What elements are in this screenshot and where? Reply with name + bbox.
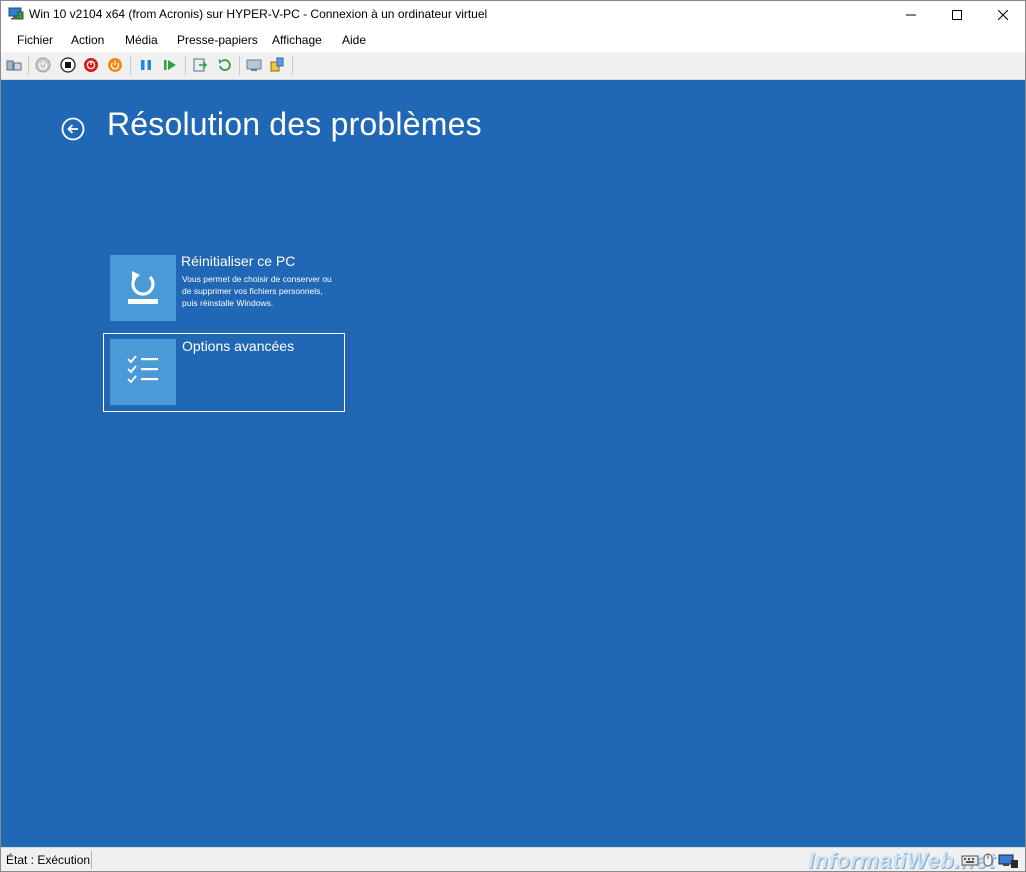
vm-state-text: État : Exécution bbox=[6, 853, 91, 867]
network-icon bbox=[997, 853, 1019, 871]
menu-affichage[interactable]: Affichage bbox=[272, 33, 322, 47]
minimize-icon bbox=[906, 14, 916, 16]
resume-icon[interactable] bbox=[162, 57, 178, 73]
title-bar[interactable]: Win 10 v2104 x64 (from Acronis) sur HYPE… bbox=[1, 1, 1025, 29]
mouse-icon bbox=[983, 853, 993, 871]
toolbar-separator bbox=[130, 56, 131, 75]
start-icon[interactable] bbox=[35, 57, 51, 73]
toolbar bbox=[1, 52, 1025, 80]
menu-action[interactable]: Action bbox=[71, 33, 104, 47]
minimize-button[interactable] bbox=[888, 1, 934, 29]
keyboard-icon bbox=[961, 853, 979, 871]
close-icon bbox=[998, 10, 1008, 20]
menu-media[interactable]: Média bbox=[125, 33, 158, 47]
maximize-icon bbox=[952, 10, 962, 20]
checklist-icon bbox=[110, 339, 176, 405]
toolbar-separator bbox=[185, 56, 186, 75]
close-button[interactable] bbox=[980, 1, 1025, 29]
back-arrow-icon[interactable] bbox=[61, 117, 85, 141]
revert-icon[interactable] bbox=[216, 57, 232, 73]
window-title: Win 10 v2104 x64 (from Acronis) sur HYPE… bbox=[29, 7, 488, 21]
menu-bar: Fichier Action Média Presse-papiers Affi… bbox=[1, 29, 1025, 52]
vm-connection-app-icon bbox=[8, 7, 24, 21]
ctrl-alt-del-icon[interactable] bbox=[6, 57, 22, 73]
maximize-button[interactable] bbox=[934, 1, 980, 29]
toolbar-separator bbox=[292, 56, 293, 75]
checkpoint-icon[interactable] bbox=[192, 57, 208, 73]
tile-reset-pc-title: Réinitialiser ce PC bbox=[181, 253, 296, 269]
tile-reset-pc-description: Vous permet de choisir de conserver ou d… bbox=[182, 274, 332, 308]
page-title: Résolution des problèmes bbox=[107, 106, 482, 142]
reset-pc-icon bbox=[110, 255, 176, 321]
toolbar-separator bbox=[239, 56, 240, 75]
status-divider bbox=[91, 851, 92, 869]
save-icon[interactable] bbox=[107, 57, 123, 73]
pause-icon[interactable] bbox=[138, 57, 154, 73]
tile-advanced-options[interactable]: Options avancées bbox=[103, 333, 345, 412]
tile-advanced-options-title: Options avancées bbox=[182, 338, 295, 354]
enhanced-session-icon[interactable] bbox=[246, 57, 262, 73]
menu-fichier[interactable]: Fichier bbox=[17, 33, 53, 47]
turn-off-icon[interactable] bbox=[60, 57, 76, 73]
toolbar-separator bbox=[28, 56, 29, 75]
vm-screen[interactable]: Résolution des problèmes Réinitialiser c… bbox=[1, 80, 1025, 847]
shutdown-icon[interactable] bbox=[83, 57, 99, 73]
status-bar: État : Exécution InformatiWeb.net bbox=[1, 847, 1025, 871]
menu-presse-papiers[interactable]: Presse-papiers bbox=[177, 33, 258, 47]
menu-aide[interactable]: Aide bbox=[342, 33, 366, 47]
vm-connection-window: Win 10 v2104 x64 (from Acronis) sur HYPE… bbox=[0, 0, 1026, 872]
share-icon[interactable] bbox=[269, 57, 285, 73]
tile-reset-pc[interactable]: Réinitialiser ce PC Vous permet de chois… bbox=[103, 253, 343, 331]
